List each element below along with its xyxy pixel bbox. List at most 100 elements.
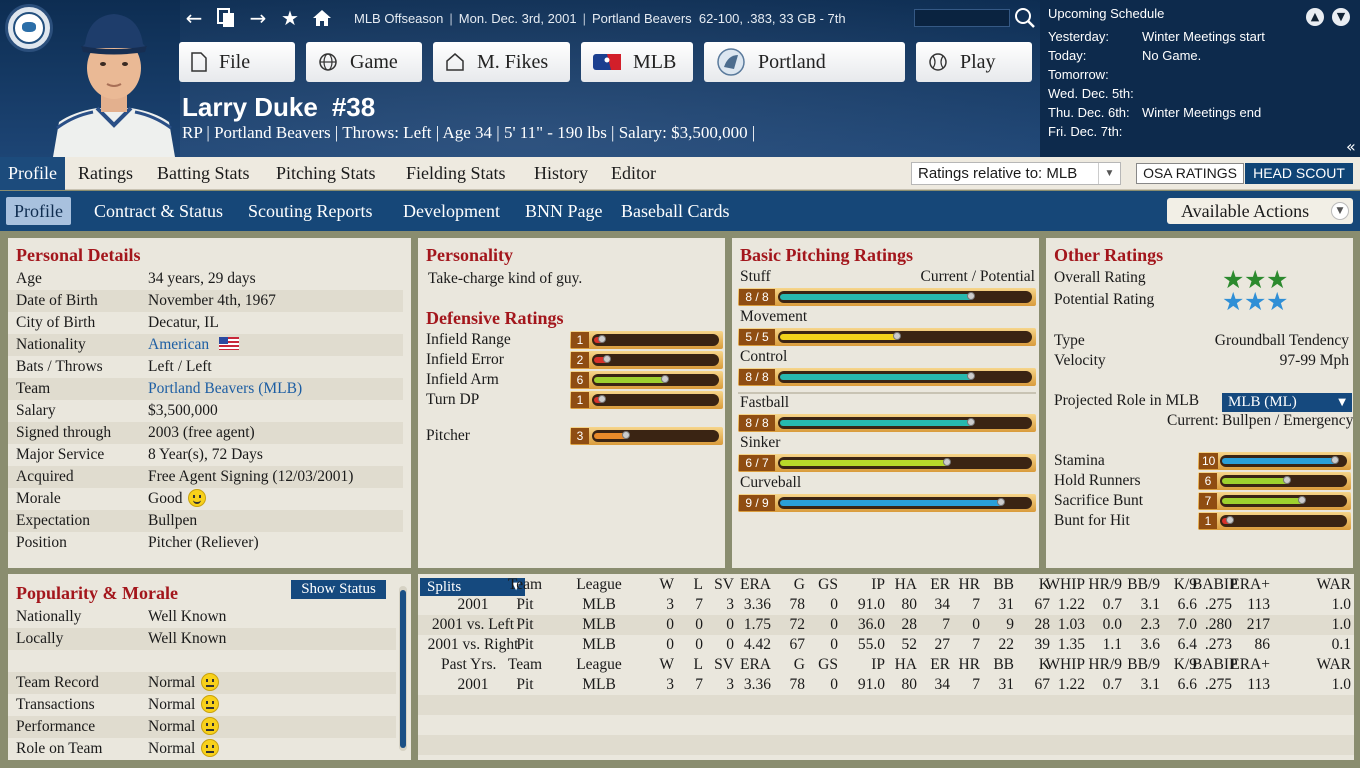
forward-arrow-icon[interactable]: → — [246, 6, 270, 30]
column-header[interactable]: SV — [694, 575, 734, 595]
stats-cell: 1.22 — [1057, 676, 1085, 693]
rating-fill — [1222, 498, 1304, 504]
column-header[interactable]: SV — [694, 655, 734, 675]
search-input[interactable] — [914, 9, 1010, 27]
player-portrait — [53, 14, 175, 157]
nationality-link[interactable]: American — [148, 336, 209, 353]
tab-fielding-stats[interactable]: Fielding Stats — [398, 157, 514, 190]
column-header[interactable]: League — [569, 655, 629, 675]
file-menu-button[interactable]: File — [179, 42, 295, 82]
neutral-face-icon — [201, 673, 220, 691]
rating-value: 1 — [571, 332, 589, 348]
available-actions-button[interactable]: Available Actions ▼ — [1167, 198, 1353, 224]
subtab-contract-status[interactable]: Contract & Status — [86, 197, 231, 225]
column-header[interactable]: WAR — [1311, 655, 1351, 675]
show-status-button[interactable]: Show Status — [291, 580, 386, 599]
potential-stars: ★ ★ ★ — [1222, 287, 1292, 316]
subtab-profile[interactable]: Profile — [6, 197, 71, 225]
popularity-title: Popularity & Morale — [16, 583, 178, 603]
search-icon[interactable] — [1014, 7, 1036, 29]
stats-cell: 0 — [830, 636, 838, 653]
rating-label: Sacrifice Bunt — [1054, 492, 1144, 509]
mlb-menu-button[interactable]: MLB — [581, 42, 693, 82]
profile-subtabs: Profile Contract & Status Scouting Repor… — [0, 191, 1360, 231]
subtab-bnn-page[interactable]: BNN Page — [517, 197, 611, 225]
column-header[interactable]: HR/9 — [1082, 655, 1122, 675]
osa-ratings-toggle[interactable]: OSA RATINGS — [1136, 163, 1244, 184]
tab-ratings[interactable]: Ratings — [70, 157, 141, 190]
rating-value: 8 / 8 — [739, 289, 775, 305]
rating-knob-icon — [967, 292, 975, 300]
column-header[interactable]: ERA+ — [1230, 575, 1270, 595]
personality-panel: Personality Take-charge kind of guy. Def… — [418, 238, 725, 568]
stats-row[interactable]: 2001 vs. Right Pit MLB 0 0 0 4.42 67 0 55.0 52 27 7 2… — [418, 635, 1354, 655]
team-link[interactable]: Portland Beavers (MLB) — [148, 378, 302, 400]
column-header[interactable]: League — [569, 575, 629, 595]
star-icon[interactable]: ★ — [278, 6, 302, 30]
projected-role-select[interactable]: MLB (ML) ▼ — [1222, 393, 1352, 412]
star-icon: ★ — [1222, 287, 1245, 316]
rating-value: 7 — [1199, 493, 1217, 509]
rating-value: 5 / 5 — [739, 329, 775, 345]
rating-knob-icon — [967, 372, 975, 380]
head-scout-toggle[interactable]: HEAD SCOUT — [1245, 163, 1353, 184]
panel-title: Personal Details — [16, 245, 141, 265]
column-header[interactable]: HR/9 — [1082, 575, 1122, 595]
type-value: Groundball Tendency — [1214, 332, 1349, 349]
column-header[interactable]: Team — [495, 575, 555, 595]
detail-row: Salary $3,500,000 — [16, 402, 218, 419]
column-header[interactable]: K/9 — [1157, 575, 1197, 595]
tab-batting-stats[interactable]: Batting Stats — [149, 157, 258, 190]
stats-cell: 31 — [998, 596, 1015, 613]
popularity-row: Role on Team Normal — [8, 738, 396, 760]
column-header[interactable]: BABIP — [1192, 575, 1238, 595]
tab-pitching-stats[interactable]: Pitching Stats — [268, 157, 384, 190]
column-header[interactable]: K — [1010, 655, 1050, 675]
subtab-scouting-reports[interactable]: Scouting Reports — [240, 197, 381, 225]
stats-row[interactable]: 2001 Pit MLB 3 7 3 3.36 78 0 91.0 80 34 7 31 67 1.22 0.7… — [418, 675, 1354, 695]
column-header[interactable]: BABIP — [1192, 655, 1238, 675]
column-header[interactable]: ERA+ — [1230, 655, 1270, 675]
rating-knob-icon — [997, 498, 1005, 506]
stats-row[interactable]: 2001 vs. Left Pit MLB 0 0 0 1.75 72 0 36.0 28 7 0 9 28… — [418, 615, 1354, 635]
subtab-development[interactable]: Development — [395, 197, 508, 225]
rating-label: Movement — [740, 308, 808, 325]
tab-editor[interactable]: Editor — [603, 157, 664, 190]
detail-row: City of Birth Decatur, IL — [16, 314, 219, 331]
stats-cell: 0 — [830, 676, 838, 693]
column-header[interactable]: BB/9 — [1120, 655, 1160, 675]
chevron-up-icon[interactable]: ▲ — [1306, 8, 1324, 26]
column-header[interactable]: GS — [798, 655, 838, 675]
chevron-down-icon[interactable]: ▼ — [1332, 8, 1350, 26]
team-logo-icon[interactable] — [5, 4, 53, 52]
column-header[interactable]: Team — [495, 655, 555, 675]
column-header[interactable]: GS — [798, 575, 838, 595]
home-icon[interactable] — [310, 6, 334, 30]
popularity-row: Locally Well Known — [8, 628, 396, 650]
scrollbar[interactable] — [399, 586, 407, 751]
rating-fill — [594, 377, 667, 383]
play-menu-button[interactable]: Play — [916, 42, 1032, 82]
column-header[interactable]: BB — [974, 655, 1014, 675]
portland-menu-button[interactable]: Portland — [704, 42, 905, 82]
column-header[interactable]: K/9 — [1157, 655, 1197, 675]
column-header[interactable]: BB — [974, 575, 1014, 595]
subtab-baseball-cards[interactable]: Baseball Cards — [613, 197, 737, 225]
empty-row — [418, 715, 1354, 735]
manager-menu-button[interactable]: M. Fikes — [433, 42, 570, 82]
back-arrow-icon[interactable]: ← — [182, 6, 206, 30]
column-header[interactable]: K — [1010, 575, 1050, 595]
ratings-relative-select[interactable]: Ratings relative to: MLB ▼ — [911, 162, 1121, 185]
rating-knob-icon — [1226, 516, 1234, 524]
column-header[interactable]: WHIP — [1045, 655, 1085, 675]
tab-history[interactable]: History — [526, 157, 596, 190]
tab-profile[interactable]: Profile — [0, 157, 65, 190]
column-header[interactable]: BB/9 — [1120, 575, 1160, 595]
column-header[interactable]: WAR — [1311, 575, 1351, 595]
copy-icon[interactable] — [214, 6, 238, 30]
column-header[interactable]: WHIP — [1045, 575, 1085, 595]
stats-row[interactable]: 2001 Pit MLB 3 7 3 3.36 78 0 91.0 80 34 7 31 67 1.22 0.7… — [418, 595, 1354, 615]
rating-value: 1 — [1199, 513, 1217, 529]
collapse-chevron-icon[interactable]: « — [1346, 137, 1356, 156]
game-menu-button[interactable]: Game — [306, 42, 422, 82]
